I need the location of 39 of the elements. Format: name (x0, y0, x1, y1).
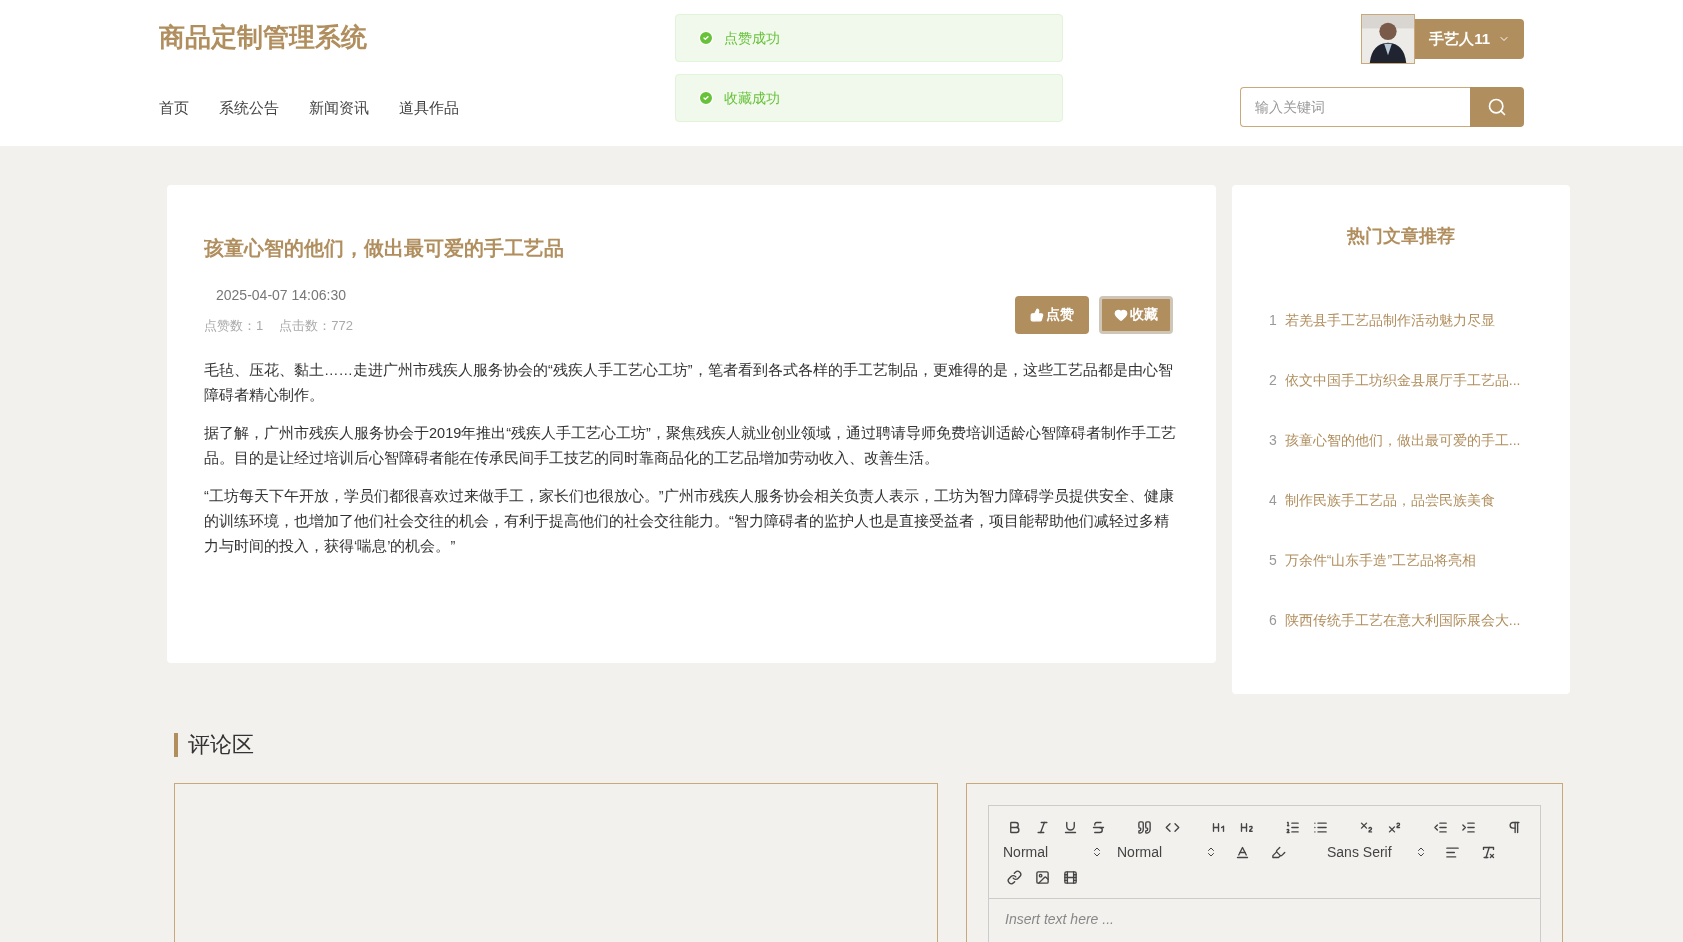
click-count: 点击数：772 (279, 317, 353, 335)
search-field[interactable]: 输入关键词 (1240, 87, 1470, 127)
format-select[interactable]: Normal (1003, 841, 1103, 863)
article-paragraph: 毛毡、压花、黏土……走进广州市残疾人服务协会的“残疾人手工艺心工坊”，笔者看到各式各样的手工艺制品，更难得的是，这些工艺品都是由心智障碍者精心制作。 (204, 360, 1174, 405)
article-link[interactable]: 6 陕西传统手工艺在意大利国际展会大... (1269, 610, 1533, 631)
nav-link[interactable]: 新闻资讯 (309, 97, 369, 120)
nav-link[interactable]: 道具作品 (399, 97, 459, 120)
article-paragraph: 据了解，广州市残疾人服务协会于2019年推出“残疾人手工艺心工坊”，聚焦残疾人就业创业领域，通过聘请导师免费培训适龄心智障碍者制作手工艺品。目的是让经过培训后心智障碍者能在传承民间手工技艺的同时靠商品化的工艺品增加劳动收入、改善生活。 (204, 423, 1177, 468)
article-link[interactable]: 5 万余件“山东手造”工艺品将亮相 (1269, 550, 1533, 571)
site-title: 商品定制管理系统 (159, 21, 368, 54)
check-icon (698, 90, 714, 106)
like-button[interactable]: 点赞 (1015, 295, 1089, 334)
updown-icon (1205, 846, 1217, 858)
user-menu-button[interactable]: 手艺人11 (1415, 19, 1524, 59)
article-link[interactable]: 2 依文中国手工坊织金县展厅手工艺品... (1269, 370, 1533, 391)
toast-message: 收藏成功 (724, 88, 780, 108)
format-select[interactable]: Sans Serif (1327, 841, 1427, 863)
article-link[interactable]: 4 制作民族手工艺品，品尝民族美食 (1269, 490, 1533, 511)
heart-icon (1114, 307, 1128, 322)
check-icon (698, 30, 714, 46)
section-title: 评论区 (188, 731, 254, 759)
nav-link[interactable]: 系统公告 (219, 97, 279, 120)
editor-input[interactable]: Insert text here ... (988, 899, 1541, 942)
search-button[interactable] (1470, 87, 1524, 127)
like-count: 点赞数：1 (204, 317, 264, 335)
article-paragraph: “工坊每天下午开放，学员们都很喜欢过来做手工，家长们也很放心。”广州市残疾人服务协会相关负责人表示，工坊为智力障碍学员提供安全、健康的训练环境，也增加了他们社会交往的机会，有利于提高他们的社会交往能力。“智力障碍者的监护人也是直接受益者，项目能帮助他们减轻过多精力与时间的投入，获得‘喘息’的机会。” (204, 486, 1175, 556)
article-link[interactable]: 3 孩童心智的他们，做出最可爱的手工... (1269, 430, 1533, 451)
nav-link[interactable]: 首页 (159, 97, 189, 120)
updown-icon (1415, 846, 1427, 858)
article-date: 2025-04-07 14:06:30 (216, 286, 347, 305)
sidebar-title: 热门文章推荐 (1346, 225, 1456, 248)
favorite-button[interactable]: 收藏 (1099, 295, 1173, 334)
article-link[interactable]: 1 若羌县手工艺品制作活动魅力尽显 (1269, 310, 1533, 331)
article-title: 孩童心智的他们，做出最可爱的手工艺品 (204, 236, 565, 261)
search-icon (1487, 97, 1507, 117)
format-select[interactable]: Normal (1117, 841, 1217, 863)
thumbs-up-icon (1030, 307, 1044, 322)
toast-message: 点赞成功 (724, 28, 780, 48)
updown-icon (1091, 846, 1103, 858)
